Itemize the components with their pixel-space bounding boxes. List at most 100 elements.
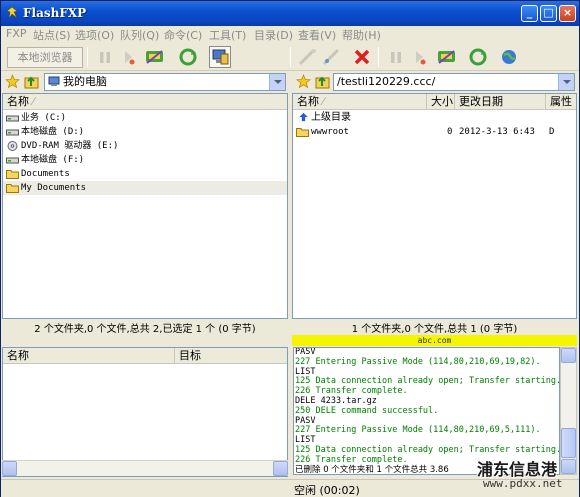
menu-site[interactable]: 站点(S) <box>33 27 71 43</box>
drive-icon <box>6 157 19 164</box>
app-window: FlashFXP _ □ × FXP 站点(S) 选项(O) 队列(Q) 命令(… <box>0 0 580 497</box>
flashfxp-logo-icon <box>6 6 18 19</box>
file-name: wwwroot <box>311 127 349 137</box>
site-name-bar: abc.com <box>292 335 577 346</box>
folder-icon <box>6 170 19 179</box>
scroll-up-button[interactable] <box>561 348 576 363</box>
minimize-button[interactable]: _ <box>521 5 538 22</box>
watermark-url: www.pdxx.net <box>483 477 563 490</box>
menu-fxp[interactable]: FXP <box>6 27 27 40</box>
menu-options[interactable]: 选项(O) <box>75 27 114 43</box>
remote-file-list[interactable]: 名称 ⁄ 大小 更改日期 属性 上级目录 wwwroot 0 2012-3-13… <box>292 93 577 319</box>
remote-path-combo[interactable]: /testli120229.ccc/ <box>333 73 575 91</box>
remote-path-text: /testli120229.ccc/ <box>337 75 436 88</box>
pause-icon <box>391 52 401 63</box>
menu-view[interactable]: 查看(V) <box>298 27 336 43</box>
up-arrow-icon <box>299 112 308 122</box>
menu-bar: FXP 站点(S) 选项(O) 队列(Q) 命令(C) 工具(T) 目录(D) … <box>1 26 579 42</box>
parent-folder-icon[interactable] <box>315 74 330 89</box>
close-x-icon <box>354 49 370 65</box>
remote-col-attr[interactable]: 属性 <box>546 94 576 110</box>
folder-icon <box>6 184 19 193</box>
file-attr: D <box>549 127 555 137</box>
file-date: 2012-3-13 6:43 <box>459 127 535 137</box>
pause-button-right[interactable] <box>385 46 407 68</box>
title-bar[interactable]: FlashFXP _ □ × <box>1 1 579 26</box>
dvd-icon <box>7 141 18 151</box>
scroll-right-button[interactable] <box>273 461 288 476</box>
local-col-name[interactable]: 名称 ⁄ <box>3 94 287 110</box>
queue-col-name[interactable]: 名称 <box>3 348 175 364</box>
transfer-icon <box>438 50 455 64</box>
chevron-down-icon[interactable] <box>558 74 574 90</box>
menu-command[interactable]: 命令(C) <box>164 27 202 43</box>
transfer-button-right[interactable] <box>436 46 458 68</box>
menu-directory[interactable]: 目录(D) <box>254 27 293 43</box>
maximize-button[interactable]: □ <box>540 5 557 22</box>
disconnect-button[interactable] <box>351 46 373 68</box>
local-file-list[interactable]: 名称 ⁄ 业务 (C:) 本地磁盘 (D:) DVD-RAM 驱动器 (E:) … <box>2 93 288 319</box>
transfer-icon <box>146 50 163 64</box>
log-vertical-scrollbar[interactable] <box>560 347 577 475</box>
drive-icon <box>6 115 19 122</box>
close-button[interactable]: × <box>559 5 576 22</box>
list-item[interactable]: 本地磁盘 (D:) <box>3 125 287 139</box>
log-line: 250 DELE command successful. <box>295 405 439 416</box>
toolbar-separator <box>290 47 291 67</box>
toolbar-separator <box>87 47 88 67</box>
refresh-button[interactable] <box>177 46 199 68</box>
window-title: FlashFXP <box>23 6 87 20</box>
skip-icon <box>125 51 135 65</box>
scroll-thumb[interactable] <box>561 428 576 458</box>
favorites-star-icon[interactable] <box>296 74 311 89</box>
table-row[interactable]: wwwroot 0 2012-3-13 6:43 D <box>293 125 576 139</box>
local-path-text: 我的电脑 <box>63 75 107 88</box>
local-browser-button[interactable]: 本地浏览器 <box>7 47 83 68</box>
drive-icon <box>6 129 19 136</box>
connect-icon <box>298 48 316 66</box>
skip-button[interactable] <box>118 46 140 68</box>
queue-list[interactable]: 名称 目标 <box>2 347 288 477</box>
chevron-down-icon[interactable] <box>269 74 285 90</box>
list-item[interactable]: DVD-RAM 驱动器 (E:) <box>3 139 287 153</box>
skip-button-right[interactable] <box>409 46 431 68</box>
transfer-button[interactable] <box>144 46 166 68</box>
connection-status: 空闲 (00:02) <box>294 484 360 497</box>
local-path-combo[interactable]: 我的电脑 <box>44 73 286 91</box>
scroll-left-button[interactable] <box>2 461 17 476</box>
site-manager-button[interactable] <box>209 46 231 68</box>
favorites-star-icon[interactable] <box>5 74 20 89</box>
menu-help[interactable]: 帮助(H) <box>342 27 381 43</box>
queue-col-target[interactable]: 目标 <box>175 348 287 364</box>
right-address-row: /testli120229.ccc/ <box>292 72 579 92</box>
quick-connect-button[interactable] <box>321 46 343 68</box>
queue-horizontal-scrollbar[interactable] <box>2 460 288 476</box>
parent-directory-row[interactable]: 上级目录 <box>293 111 576 125</box>
menu-tools[interactable]: 工具(T) <box>209 27 246 43</box>
globe-icon <box>502 50 516 64</box>
list-item-selected[interactable]: My Documents <box>3 181 287 195</box>
quick-connect-icon <box>322 48 340 66</box>
file-size: 0 <box>447 127 453 137</box>
globe-button[interactable] <box>498 46 520 68</box>
folder-icon <box>296 128 309 137</box>
refresh-button-right[interactable] <box>467 46 489 68</box>
list-item[interactable]: 本地磁盘 (F:) <box>3 153 287 167</box>
menu-queue[interactable]: 队列(Q) <box>120 27 159 43</box>
pause-button[interactable] <box>94 46 116 68</box>
list-item[interactable]: Documents <box>3 167 287 181</box>
log-line: 227 Entering Passive Mode (114,80,210,69… <box>295 425 541 436</box>
remote-col-size[interactable]: 大小 <box>427 94 455 110</box>
list-item[interactable]: 业务 (C:) <box>3 111 287 125</box>
refresh-icon <box>179 48 197 66</box>
parent-folder-icon[interactable] <box>24 74 39 89</box>
pause-icon <box>100 52 110 63</box>
remote-col-date[interactable]: 更改日期 <box>455 94 546 110</box>
connect-button[interactable] <box>297 46 319 68</box>
toolbar: 本地浏览器 <box>1 43 579 71</box>
local-status: 2 个文件夹,0 个文件,总共 2,已选定 1 个 (0 字节) <box>2 321 288 339</box>
computer-icon <box>48 76 60 86</box>
remote-col-name[interactable]: 名称 ⁄ <box>293 94 427 110</box>
refresh-icon <box>469 48 487 66</box>
scroll-down-button[interactable] <box>561 459 576 474</box>
